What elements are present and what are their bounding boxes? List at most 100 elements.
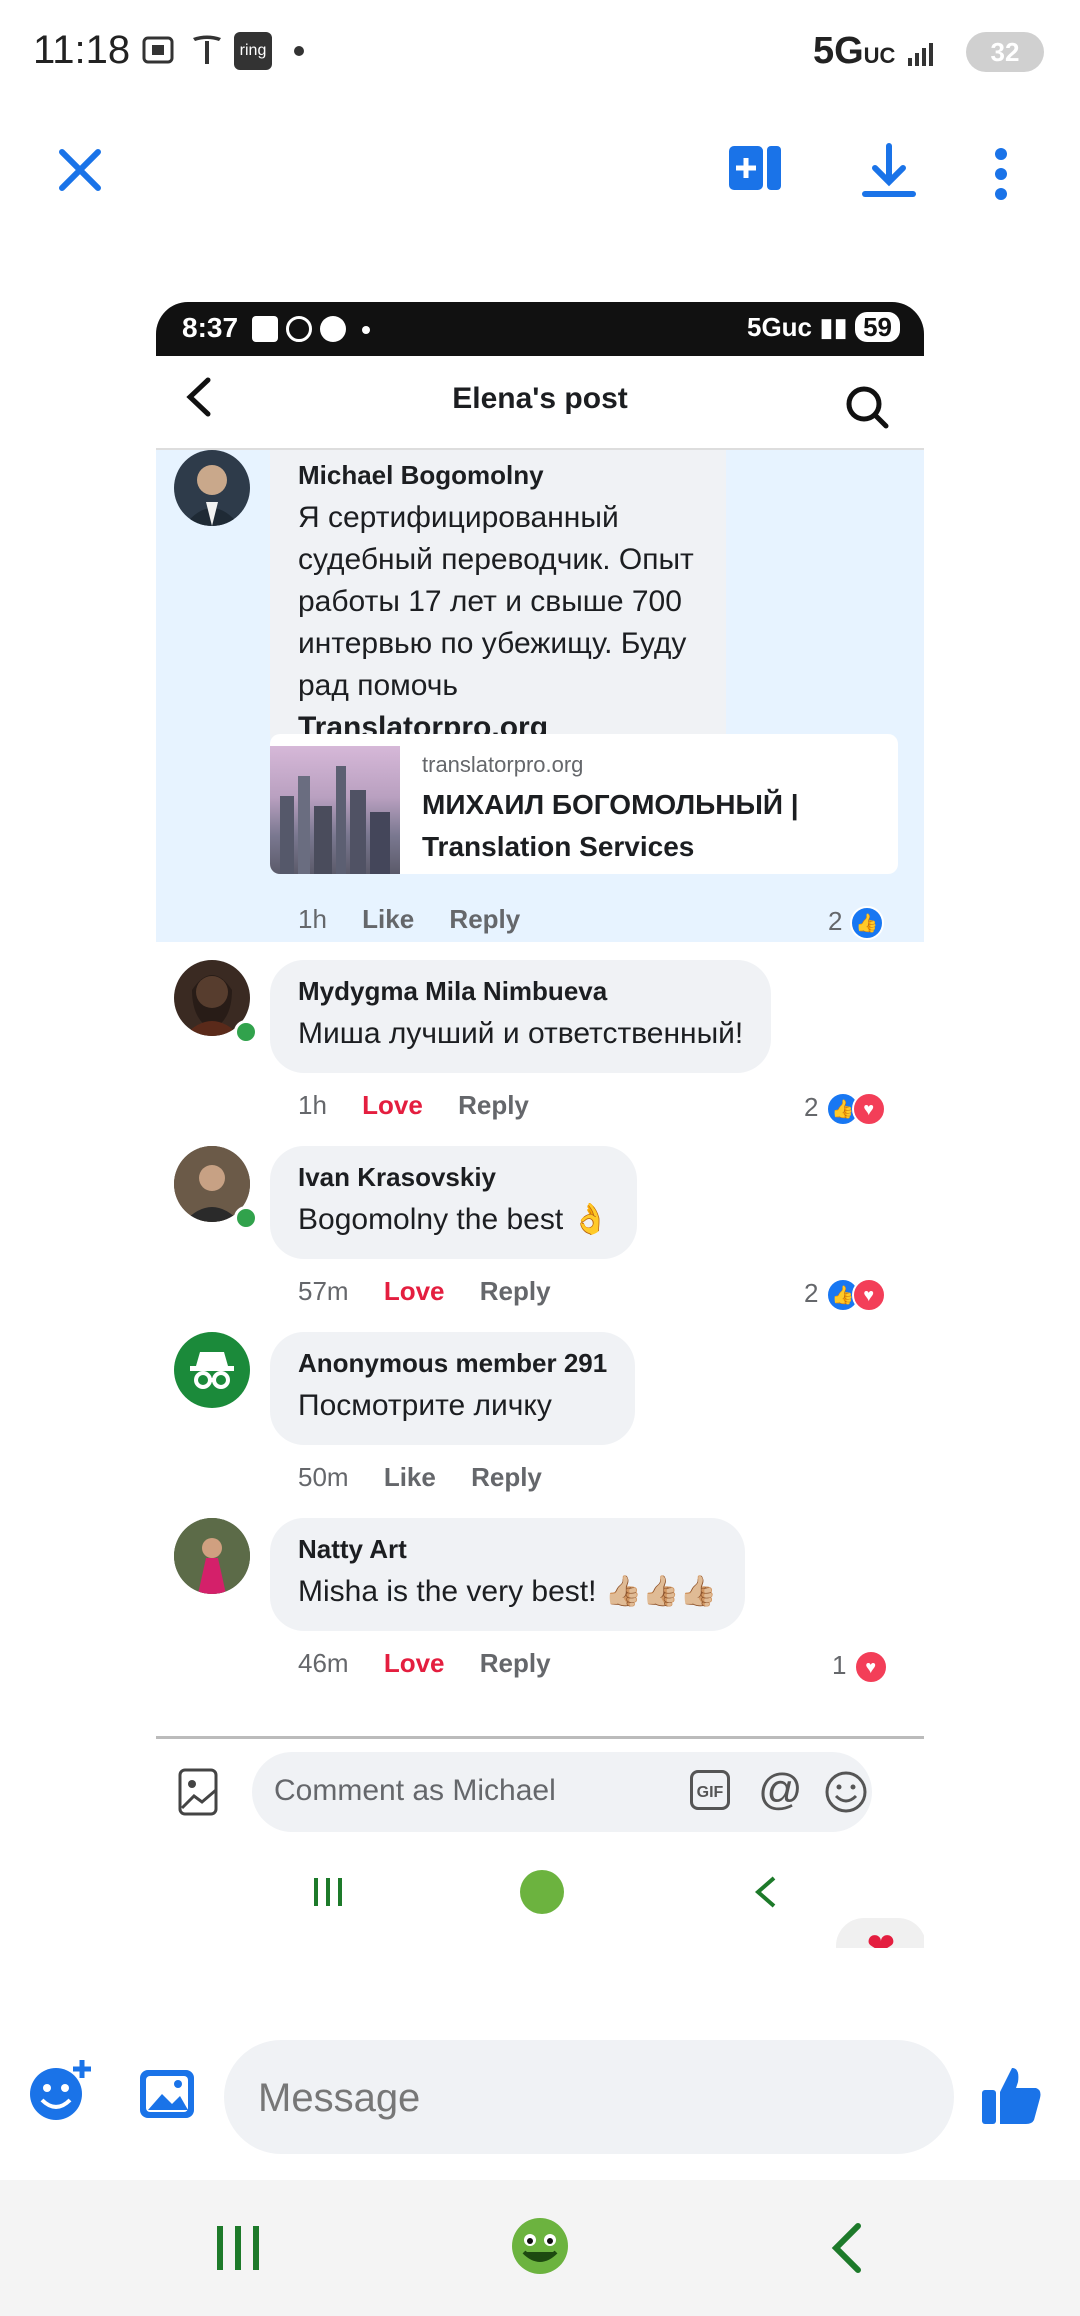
comment-bubble: Michael Bogomolny Я сертифицированный су… <box>270 450 726 767</box>
preview-site: translatorpro.org <box>422 752 584 777</box>
home-icon <box>520 1870 564 1914</box>
back-button[interactable] <box>820 2220 876 2281</box>
shared-screenshot[interactable]: 8:37 5Guc ▮▮ 59 Elena's post Michael Bog… <box>156 302 924 1948</box>
comment-time: 1h <box>298 1090 327 1120</box>
system-nav-bar <box>0 2180 1080 2316</box>
comment-time: 1h <box>298 904 327 934</box>
add-emoji-button[interactable] <box>24 2056 94 2131</box>
love-reaction-icon: ♥ <box>851 1092 886 1127</box>
recent-apps-icon <box>217 2226 259 2270</box>
comment-bubble: Anonymous member 291 Посмотрите личку <box>270 1332 636 1445</box>
reply-button[interactable]: Reply <box>480 1648 551 1678</box>
thumbs-up-button[interactable] <box>978 2062 1044 2133</box>
comment-author[interactable]: Anonymous member 291 <box>298 1348 607 1379</box>
like-reaction-icon: 👍 <box>849 906 884 941</box>
thumbs-up-icon <box>982 2068 1041 2124</box>
gallery-button[interactable] <box>136 2064 200 2129</box>
search-icon <box>846 386 889 429</box>
comment-time: 50m <box>298 1462 349 1492</box>
comment-text: Misha is the very best! 👍🏼👍🏼👍🏼 <box>298 1575 717 1608</box>
reaction-count[interactable]: 1 ♥ <box>832 1650 888 1685</box>
love-reaction-icon: ♥ <box>853 1650 888 1685</box>
download-icon <box>862 143 916 197</box>
inner-status-bar: 8:37 5Guc ▮▮ 59 <box>156 302 924 356</box>
photo-button[interactable] <box>176 1766 224 1823</box>
avatar[interactable] <box>174 1332 250 1408</box>
post-header: Elena's post <box>156 356 924 451</box>
comment-time: 46m <box>298 1648 349 1678</box>
add-to-story-button[interactable] <box>722 140 788 206</box>
reply-button[interactable]: Reply <box>480 1276 551 1306</box>
status-time: 11:18 <box>33 28 131 72</box>
emoji-add-icon <box>30 2060 91 2120</box>
comment-author[interactable]: Michael Bogomolny <box>298 460 698 491</box>
reaction-count[interactable]: 2 👍 ♥ <box>804 1278 886 1313</box>
home-smiley-icon <box>512 2218 568 2274</box>
divider <box>156 1736 924 1739</box>
mention-button[interactable]: @ <box>758 1766 803 1814</box>
comment-text: Миша лучший и ответственный! <box>298 1017 744 1050</box>
gif-button[interactable]: GIF <box>690 1770 730 1810</box>
preview-title: МИХАИЛ БОГОМОЛЬНЫЙ | Translation Service… <box>422 789 799 862</box>
message-bar: Message <box>0 2020 1080 2160</box>
message-input[interactable]: Message <box>224 2040 954 2154</box>
reaction-count[interactable]: 2 👍 ♥ <box>804 1092 886 1127</box>
comment-actions: 46m Love Reply <box>298 1648 551 1679</box>
ring-app-icon: ring <box>234 32 272 70</box>
image-icon <box>178 1768 218 1816</box>
tesla-icon <box>190 32 224 77</box>
anonymous-icon <box>190 1352 234 1389</box>
comment-text: Посмотрите личку <box>298 1389 552 1422</box>
more-vertical-icon <box>995 148 1007 200</box>
comment-text: Я сертифицированный судебный переводчик.… <box>298 501 694 702</box>
close-icon <box>59 149 101 191</box>
more-options-button[interactable] <box>968 140 1034 206</box>
comment-bubble: Ivan Krasovskiy Bogomolny the best 👌 <box>270 1146 637 1259</box>
inner-network-battery: 5Guc ▮▮ 59 <box>747 312 900 343</box>
battery-indicator: 32 <box>966 32 1044 72</box>
back-nav-icon <box>746 1872 786 1917</box>
recent-apps-icon <box>308 1872 348 1917</box>
preview-image <box>270 746 400 874</box>
avatar[interactable] <box>174 1518 250 1594</box>
emoji-button[interactable] <box>824 1770 868 1819</box>
ring-app-icon <box>252 316 278 342</box>
reaction-count[interactable]: 2 👍 <box>828 906 884 941</box>
love-button[interactable]: Love <box>384 1648 445 1678</box>
love-button[interactable]: Love <box>362 1090 423 1120</box>
app-icon <box>320 316 346 342</box>
image-icon <box>140 2070 194 2118</box>
love-button[interactable]: Love <box>384 1276 445 1306</box>
avatar[interactable] <box>174 450 250 526</box>
reply-button[interactable]: Reply <box>449 904 520 934</box>
notification-dot-icon <box>294 46 304 56</box>
link-preview-card[interactable]: translatorpro.org МИХАИЛ БОГОМОЛЬНЫЙ | T… <box>270 734 898 874</box>
comment-composer: Comment as Michael GIF @ <box>176 1752 920 1832</box>
comment-bubble: Mydygma Mila Nimbueva Миша лучший и отве… <box>270 960 772 1073</box>
comment-input[interactable]: Comment as Michael GIF @ <box>252 1752 872 1832</box>
reply-button[interactable]: Reply <box>471 1462 542 1492</box>
like-button[interactable]: Like <box>384 1462 436 1492</box>
screenshot-icon <box>140 32 176 77</box>
comment-actions: 50m Like Reply <box>298 1462 542 1493</box>
comment-author[interactable]: Ivan Krasovskiy <box>298 1162 609 1193</box>
search-button[interactable] <box>844 384 890 435</box>
close-button[interactable] <box>50 140 110 200</box>
online-status-icon <box>234 1206 258 1230</box>
reply-button[interactable]: Reply <box>458 1090 529 1120</box>
inner-nav-bar <box>156 1852 924 1942</box>
recent-apps-button[interactable] <box>210 2220 266 2281</box>
heart-reaction-badge[interactable]: ❤ <box>836 1918 924 1948</box>
post-title: Elena's post <box>452 382 628 415</box>
comment-placeholder: Comment as Michael <box>274 1774 556 1807</box>
comment-author[interactable]: Mydygma Mila Nimbueva <box>298 976 743 1007</box>
message-placeholder: Message <box>258 2076 421 2120</box>
like-button[interactable]: Like <box>362 904 414 934</box>
comment-author[interactable]: Natty Art <box>298 1534 717 1565</box>
comment-time: 57m <box>298 1276 349 1306</box>
status-bar: 11:18 ring 5GUC 32 <box>0 0 1080 110</box>
comment-actions: 1h Like Reply <box>298 904 520 935</box>
download-button[interactable] <box>856 140 922 206</box>
comment-actions: 57m Love Reply <box>298 1276 551 1307</box>
home-button[interactable] <box>508 2214 572 2283</box>
